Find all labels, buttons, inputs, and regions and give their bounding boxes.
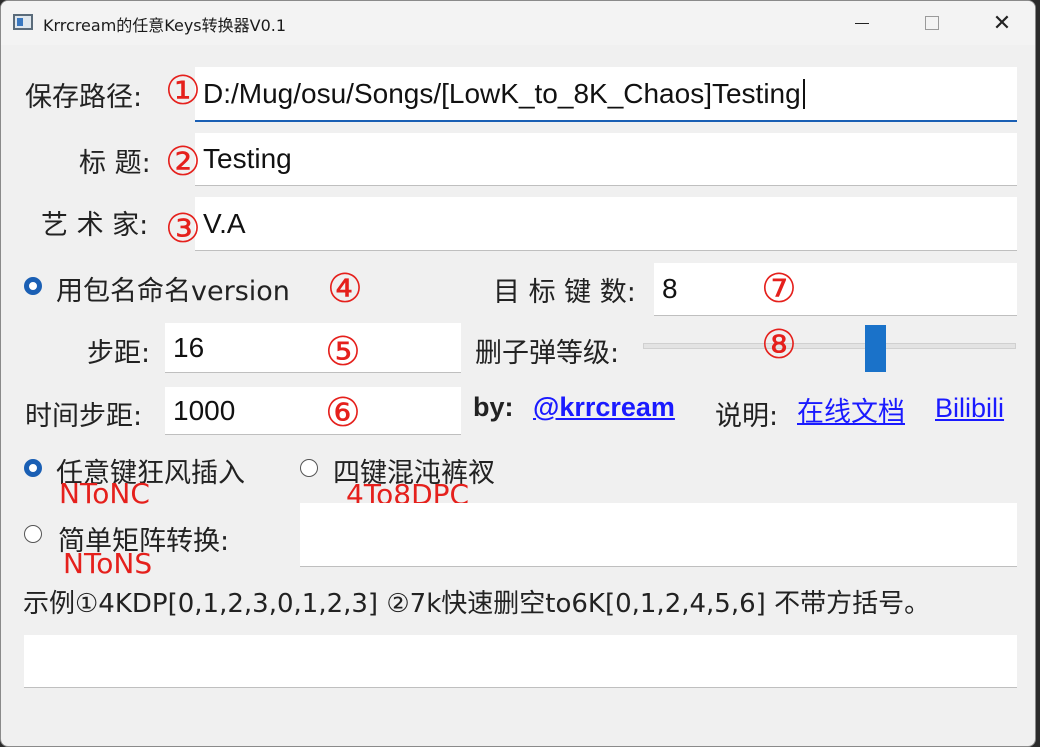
maximize-icon — [925, 16, 939, 30]
use-pack-name-radio[interactable] — [24, 277, 42, 295]
marker-3: ③ — [165, 206, 201, 252]
marker-1: ① — [165, 68, 201, 114]
minimize-icon — [855, 22, 869, 24]
delete-level-label: 删子弹等级: — [475, 338, 620, 369]
save-path-input[interactable]: D:/Mug/osu/Songs/[LowK_to_8K_Chaos]Testi… — [195, 67, 1017, 122]
target-keys-input[interactable]: 8 — [654, 263, 1017, 316]
online-docs-link[interactable]: 在线文档 — [797, 390, 905, 429]
close-icon: ✕ — [992, 10, 1012, 36]
artist-value: V.A — [203, 207, 246, 239]
description-label: 说明: — [715, 401, 779, 432]
delete-level-slider[interactable] — [643, 343, 1016, 349]
matrix-input[interactable] — [300, 503, 1017, 567]
bilibili-link[interactable]: Bilibili — [935, 393, 1004, 424]
step-label: 步距: — [87, 338, 151, 369]
app-window: Krrcream的任意Keys转换器V0.1 ✕ 保存路径: D:/Mug/os… — [0, 0, 1036, 747]
maximize-button[interactable] — [897, 1, 967, 45]
example-text: 示例①4KDP[0,1,2,3,0,1,2,3] ②7k快速删空to6K[0,1… — [23, 589, 931, 619]
time-step-label: 时间步距: — [25, 401, 143, 432]
author-link[interactable]: @krrcream — [533, 392, 675, 423]
marker-8: ⑧ — [761, 322, 797, 368]
artist-label: 艺 术 家: — [41, 210, 149, 241]
example-input[interactable] — [24, 635, 1017, 688]
save-path-label: 保存路径: — [25, 82, 143, 113]
marker-5: ⑤ — [325, 329, 361, 375]
marker-4: ④ — [327, 266, 363, 312]
window-title: Krrcream的任意Keys转换器V0.1 — [43, 16, 287, 35]
marker-6: ⑥ — [325, 390, 361, 436]
any-key-mode-tag: NToNC — [59, 477, 150, 510]
delete-level-slider-handle[interactable] — [865, 325, 886, 372]
marker-7: ⑦ — [761, 266, 797, 312]
by-label: by: — [473, 392, 514, 422]
title-value: Testing — [203, 143, 292, 174]
target-keys-label: 目 标 键 数: — [493, 277, 636, 308]
app-icon — [13, 14, 33, 30]
time-step-value: 1000 — [173, 394, 236, 426]
marker-2: ② — [165, 139, 201, 185]
matrix-mode-tag: NToNS — [63, 547, 153, 580]
title-label: 标 题: — [79, 148, 151, 179]
title-bar[interactable]: Krrcream的任意Keys转换器V0.1 ✕ — [1, 1, 1035, 45]
four-key-mode-radio[interactable] — [300, 459, 318, 477]
text-caret — [802, 78, 805, 109]
time-step-input[interactable]: 1000 — [165, 387, 461, 435]
save-path-value: D:/Mug/osu/Songs/[LowK_to_8K_Chaos]Testi… — [203, 77, 801, 109]
use-pack-name-label[interactable]: 用包名命名version — [56, 269, 290, 308]
step-value: 16 — [173, 331, 205, 363]
minimize-button[interactable] — [827, 1, 897, 45]
artist-input[interactable]: V.A — [195, 197, 1017, 251]
close-button[interactable]: ✕ — [967, 1, 1035, 45]
matrix-mode-radio[interactable] — [24, 525, 42, 543]
step-input[interactable]: 16 — [165, 323, 461, 373]
any-key-mode-radio[interactable] — [24, 459, 42, 477]
title-input[interactable]: Testing — [195, 133, 1017, 186]
target-keys-value: 8 — [662, 273, 678, 304]
